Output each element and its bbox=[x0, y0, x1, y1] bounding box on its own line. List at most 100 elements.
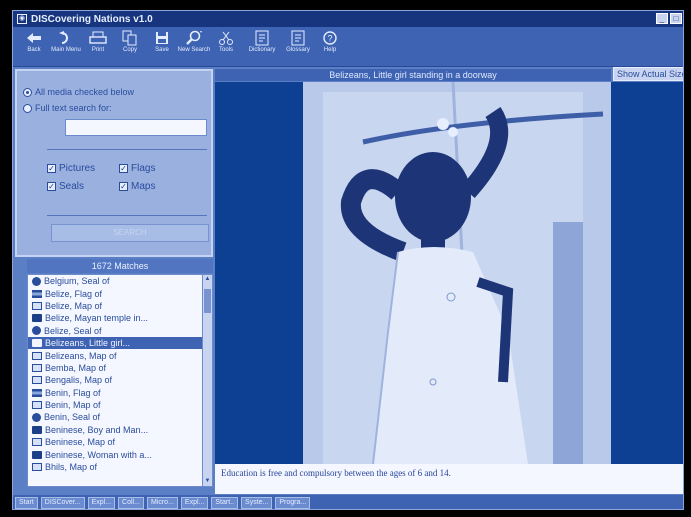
taskbar-item[interactable]: Start.. bbox=[211, 497, 239, 509]
result-item[interactable]: Benin, Seal of bbox=[28, 411, 212, 423]
svg-text:?: ? bbox=[327, 34, 332, 44]
seal-icon bbox=[32, 276, 41, 286]
result-item[interactable]: Belize, Map of bbox=[28, 300, 212, 312]
back-label: Back bbox=[27, 47, 41, 53]
panel-divider-lower bbox=[47, 215, 207, 216]
taskbar-item[interactable]: Micro... bbox=[146, 497, 178, 509]
panel-divider bbox=[47, 149, 207, 150]
result-item[interactable]: Belgium, Seal of bbox=[28, 275, 212, 287]
application-window: ◉ DISCovering Nations v1.0 _ □ Back Main… bbox=[12, 10, 684, 510]
pictures-checkbox[interactable]: ✓ bbox=[47, 164, 56, 173]
pictures-checkbox-option[interactable]: ✓ Pictures bbox=[47, 163, 95, 174]
search-magnifier-icon bbox=[183, 29, 205, 47]
main-menu-button[interactable]: Main Menu bbox=[51, 29, 81, 54]
flags-checkbox[interactable]: ✓ bbox=[119, 164, 128, 173]
scrollbar-thumb[interactable] bbox=[204, 289, 211, 313]
flags-checkbox-option[interactable]: ✓ Flags bbox=[119, 163, 155, 174]
scroll-down-icon[interactable]: ▼ bbox=[203, 477, 212, 486]
result-item-label: Beninese, Map of bbox=[45, 437, 116, 448]
girl-photo-illustration bbox=[303, 82, 611, 464]
map-icon bbox=[32, 363, 42, 372]
result-item[interactable]: Belize, Mayan temple in... bbox=[28, 312, 212, 324]
result-item-label: Belize, Map of bbox=[45, 300, 103, 311]
result-item[interactable]: Belize, Flag of bbox=[28, 287, 212, 299]
flags-label: Flags bbox=[131, 163, 156, 174]
tools-button[interactable]: Tools bbox=[211, 29, 241, 54]
show-actual-size-button[interactable]: Show Actual Size bbox=[613, 67, 683, 81]
search-button[interactable]: SEARCH bbox=[51, 224, 209, 242]
maximize-button[interactable]: □ bbox=[670, 13, 682, 24]
back-arrow-icon bbox=[23, 29, 45, 47]
glossary-button[interactable]: Glossary bbox=[283, 29, 313, 54]
full-text-search-input[interactable] bbox=[65, 119, 207, 136]
copy-label: Copy bbox=[122, 47, 137, 53]
result-item-label: Belize, Seal of bbox=[44, 325, 102, 336]
flag-icon bbox=[32, 289, 42, 298]
taskbar-item[interactable]: Syste... bbox=[241, 497, 273, 509]
new-search-button[interactable]: New Search bbox=[177, 29, 211, 54]
taskbar-item[interactable]: Expl... bbox=[87, 497, 116, 509]
all-media-radio[interactable] bbox=[23, 87, 32, 97]
main-menu-icon bbox=[55, 29, 77, 47]
results-list: Belgium, Seal of Belize, Flag of Belize, M… bbox=[27, 274, 213, 487]
copy-icon bbox=[119, 29, 141, 47]
picture-icon bbox=[32, 314, 42, 323]
copy-button[interactable]: Copy bbox=[115, 29, 145, 54]
result-item[interactable]: Beninese, Woman with a... bbox=[28, 448, 212, 460]
taskbar-item[interactable]: Start bbox=[15, 497, 38, 509]
result-item-label: Bemba, Map of bbox=[45, 362, 107, 373]
result-item[interactable]: Belize, Seal of bbox=[28, 325, 212, 337]
print-button[interactable]: Print bbox=[83, 29, 113, 54]
taskbar-item[interactable]: Progra... bbox=[275, 497, 311, 509]
result-item-label: Beninese, Woman with a... bbox=[45, 449, 152, 460]
result-item-label: Bhils, Map of bbox=[45, 462, 98, 473]
map-icon bbox=[32, 301, 42, 310]
result-item[interactable]: Bhils, Map of bbox=[28, 461, 212, 473]
result-item-label: Beninese, Boy and Man... bbox=[45, 424, 149, 435]
taskbar-item[interactable]: Coll... bbox=[118, 497, 144, 509]
taskbar-item[interactable]: Expl... bbox=[180, 497, 209, 509]
back-button[interactable]: Back bbox=[19, 29, 49, 54]
photo[interactable] bbox=[303, 82, 611, 464]
save-button[interactable]: Save bbox=[147, 29, 177, 54]
results-items: Belgium, Seal of Belize, Flag of Belize, M… bbox=[28, 275, 212, 473]
title-bar: ◉ DISCovering Nations v1.0 _ □ bbox=[13, 11, 683, 27]
flag-icon bbox=[32, 388, 42, 397]
full-text-radio[interactable] bbox=[23, 103, 32, 113]
minimize-button[interactable]: _ bbox=[656, 13, 668, 24]
taskbar-item[interactable]: DISCover... bbox=[40, 497, 85, 509]
maps-checkbox-option[interactable]: ✓ Maps bbox=[119, 181, 155, 192]
result-item[interactable]: Benin, Flag of bbox=[28, 387, 212, 399]
all-media-radio-option[interactable]: All media checked below bbox=[23, 87, 134, 97]
result-item[interactable]: Beninese, Boy and Man... bbox=[28, 424, 212, 436]
maps-checkbox[interactable]: ✓ bbox=[119, 182, 128, 191]
result-item[interactable]: Bengalis, Map of bbox=[28, 374, 212, 386]
seals-checkbox[interactable]: ✓ bbox=[47, 182, 56, 191]
result-item-label: Belizeans, Map of bbox=[45, 350, 117, 361]
seals-checkbox-option[interactable]: ✓ Seals bbox=[47, 181, 84, 192]
app-globe-icon: ◉ bbox=[17, 14, 27, 24]
map-icon bbox=[32, 463, 42, 472]
window-controls: _ □ bbox=[656, 13, 682, 24]
full-text-radio-option[interactable]: Full text search for: bbox=[23, 103, 112, 113]
results-scrollbar[interactable]: ▲ ▼ bbox=[202, 275, 212, 486]
window-title: DISCovering Nations v1.0 bbox=[31, 13, 153, 25]
new-search-label: New Search bbox=[177, 47, 211, 53]
save-disk-icon bbox=[151, 29, 173, 47]
result-item[interactable]: Benin, Map of bbox=[28, 399, 212, 411]
help-button[interactable]: ? Help bbox=[315, 29, 345, 54]
map-icon bbox=[32, 376, 42, 385]
scroll-up-icon[interactable]: ▲ bbox=[203, 275, 212, 284]
result-item[interactable]: Beninese, Map of bbox=[28, 436, 212, 448]
map-icon bbox=[32, 351, 42, 360]
search-panel: All media checked below Full text search… bbox=[15, 69, 213, 257]
tools-label: Tools bbox=[218, 47, 233, 53]
dictionary-button[interactable]: Dictionary bbox=[243, 29, 281, 54]
result-item-label: Belizeans, Little girl... bbox=[45, 338, 131, 349]
help-label: Help bbox=[323, 47, 337, 53]
result-item[interactable]: Belizeans, Map of bbox=[28, 349, 212, 361]
result-item[interactable]: Bemba, Map of bbox=[28, 362, 212, 374]
result-item[interactable]: Belizeans, Little girl... bbox=[28, 336, 212, 350]
toolbar: Back Main Menu Print Copy Save New Searc… bbox=[13, 27, 683, 67]
seal-icon bbox=[32, 412, 41, 422]
